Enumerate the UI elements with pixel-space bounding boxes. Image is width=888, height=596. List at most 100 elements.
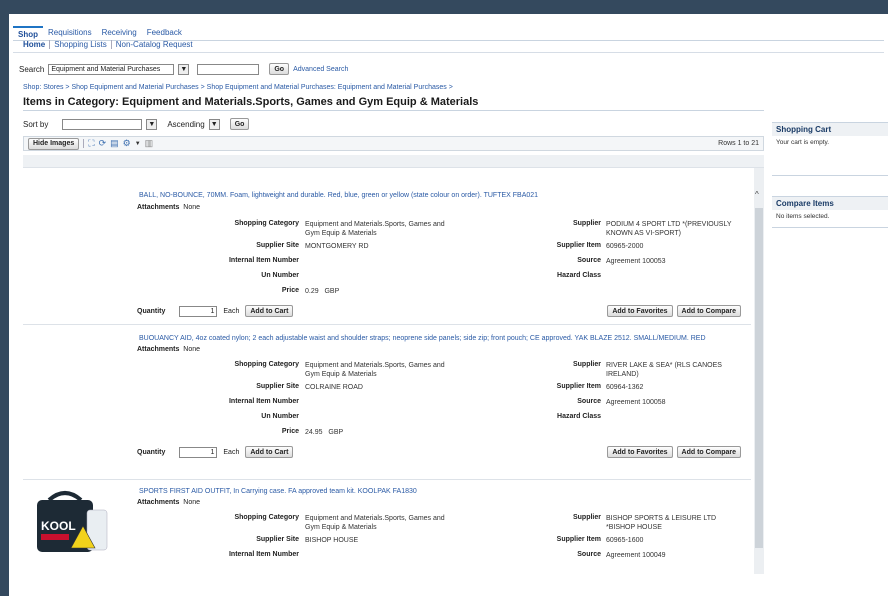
attachments-value: None (183, 204, 201, 211)
supplier-site-value: MONTGOMERY RD (305, 243, 369, 250)
gear-icon[interactable]: ⚙ (123, 138, 131, 149)
supplier-site-label: Supplier Site (256, 536, 299, 543)
add-to-compare-button[interactable]: Add to Compare (676, 446, 741, 458)
sort-by-select[interactable] (62, 118, 143, 130)
chevron-down-icon[interactable]: ▼ (146, 118, 158, 130)
source-label: Source (577, 257, 601, 264)
attachments-label: Attachments (137, 204, 180, 211)
attachments-label: Attachments (137, 346, 180, 353)
item-title-link[interactable]: SPORTS FIRST AID OUTFIT, In Carrying cas… (139, 488, 417, 495)
chevron-down-icon[interactable]: ▼ (208, 118, 220, 130)
shopping-cart-title: Shopping Cart (772, 122, 888, 136)
page-title: Items in Category: Equipment and Materia… (23, 96, 479, 108)
item-title-link[interactable]: BALL, NO-BOUNCE, 70MM. Foam, lightweight… (139, 192, 538, 199)
un-number-label: Un Number (261, 413, 299, 420)
first-aid-kit-image: KOOL (37, 491, 108, 552)
item-actions: Add to Favorites Add to Compare (607, 305, 741, 317)
sub-tabs: Home Shopping Lists Non-Catalog Request (19, 40, 197, 49)
search-row: Search Equipment and Material Purchases … (19, 63, 348, 75)
tab-requisitions[interactable]: Requisitions (43, 26, 97, 40)
item-actions: Add to Favorites Add to Compare (607, 446, 741, 458)
price-label: Price (281, 287, 299, 294)
hide-images-button[interactable]: Hide Images (28, 137, 80, 150)
refresh-icon[interactable]: ⟳ (99, 138, 107, 149)
kit-logo-text: KOOL (41, 519, 76, 533)
supplier-label: Supplier (572, 361, 601, 368)
shopping-category-value: Equipment and Materials.Sports, Games an… (305, 362, 445, 378)
hazard-class-label: Hazard Class (557, 413, 601, 420)
source-value: Agreement 100049 (606, 552, 666, 559)
tab-shop[interactable]: Shop (13, 26, 43, 40)
add-to-favorites-button[interactable]: Add to Favorites (607, 305, 673, 317)
advanced-search-link[interactable]: Advanced Search (293, 66, 348, 73)
export-icon[interactable]: ▤ (110, 138, 119, 149)
divider (83, 139, 85, 148)
supplier-item-label: Supplier Item (556, 383, 601, 390)
quantity-input[interactable]: 1 (179, 446, 218, 458)
supplier-value: BISHOP SPORTS & LEISURE LTD *BISHOP HOUS… (606, 515, 717, 531)
tab-receiving[interactable]: Receiving (97, 26, 142, 40)
subtab-non-catalog-request[interactable]: Non-Catalog Request (112, 40, 197, 49)
subtab-shopping-lists[interactable]: Shopping Lists (50, 40, 110, 49)
attachments-value: None (183, 499, 201, 506)
supplier-item-value: 60964-1362 (606, 384, 644, 391)
source-label: Source (577, 551, 601, 558)
uom-label: Each (223, 307, 240, 315)
add-to-favorites-button[interactable]: Add to Favorites (607, 446, 673, 458)
search-label: Search (19, 64, 45, 74)
top-bar (0, 0, 888, 14)
hazard-class-label: Hazard Class (557, 272, 601, 279)
sort-label: Sort by (23, 119, 49, 129)
source-label: Source (577, 398, 601, 405)
list-item: BALL, NO-BOUNCE, 70MM. Foam, lightweight… (23, 168, 751, 325)
breadcrumb[interactable]: Shop: Stores > Shop Equipment and Materi… (23, 84, 453, 91)
sort-order-value[interactable]: Ascending (167, 120, 204, 129)
internal-item-number-label: Internal Item Number (228, 257, 299, 264)
supplier-item-value: 60965-2000 (606, 243, 644, 250)
search-input[interactable] (197, 63, 260, 75)
quantity-input[interactable]: 1 (179, 305, 218, 317)
add-to-compare-button[interactable]: Add to Compare (676, 305, 741, 317)
tab-feedback[interactable]: Feedback (142, 26, 187, 40)
list-item: BUOUANCY AID, 4oz coated nylon; 2 each a… (23, 325, 751, 480)
quantity-label: Quantity (137, 448, 166, 456)
shopping-category-value: Equipment and Materials.Sports, Games an… (305, 221, 445, 237)
sort-row: Sort by ▼ Ascending ▼ Go (23, 118, 250, 130)
un-number-label: Un Number (261, 272, 299, 279)
attachments-row: Attachments None (137, 499, 200, 506)
expand-icon[interactable]: ⛶ (88, 138, 94, 149)
supplier-label: Supplier (572, 514, 601, 521)
columns-icon[interactable]: ▥ (145, 138, 154, 149)
add-to-cart-button[interactable]: Add to Cart (245, 305, 294, 317)
rows-indicator: Rows 1 to 21 (718, 140, 759, 147)
chevron-down-icon[interactable]: ▼ (135, 141, 141, 147)
internal-item-number-label: Internal Item Number (228, 551, 299, 558)
supplier-site-label: Supplier Site (256, 383, 299, 390)
chevron-down-icon[interactable]: ▼ (178, 63, 190, 75)
add-to-cart-button[interactable]: Add to Cart (245, 446, 294, 458)
subtab-home[interactable]: Home (19, 40, 49, 49)
price-amount: 0.29 (305, 288, 319, 295)
item-title-link[interactable]: BUOUANCY AID, 4oz coated nylon; 2 each a… (139, 335, 706, 342)
quantity-label: Quantity (137, 307, 166, 315)
list-item: KOOL SPORTS FIRST AID OUTFIT, In Carryin… (23, 480, 751, 596)
quantity-row: Quantity 1 Each Add to Cart (137, 305, 294, 317)
supplier-value: RIVER LAKE & SEA* (RLS CANOES IRELAND) (606, 362, 722, 378)
shopping-category-value: Equipment and Materials.Sports, Games an… (305, 515, 445, 531)
attachments-row: Attachments None (137, 346, 200, 353)
price-amount: 24.95 (305, 429, 323, 436)
supplier-item-label: Supplier Item (556, 242, 601, 249)
supplier-item-label: Supplier Item (556, 536, 601, 543)
sort-go-button[interactable]: Go (229, 118, 250, 130)
scrollbar-thumb[interactable] (755, 208, 763, 548)
results-scrollbar[interactable]: ^ (754, 168, 764, 574)
supplier-label: Supplier (572, 220, 601, 227)
search-category-select[interactable]: Equipment and Material Purchases (48, 63, 175, 75)
shopping-category-label: Shopping Category (234, 220, 299, 227)
chevron-up-icon[interactable]: ^ (755, 190, 759, 199)
source-value: Agreement 100058 (606, 399, 666, 406)
search-go-button[interactable]: Go (269, 63, 290, 75)
price-currency: GBP (324, 288, 340, 295)
subtab-divider (13, 52, 884, 53)
internal-item-number-label: Internal Item Number (228, 398, 299, 405)
